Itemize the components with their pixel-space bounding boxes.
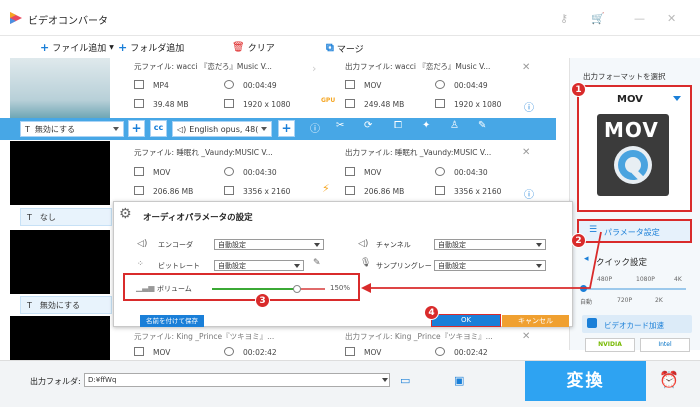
annotation-arrows [361,231,602,293]
step-badge-1: 1 [571,82,586,97]
step-badge-3: 3 [255,293,270,308]
step-badge-2: 2 [571,233,586,248]
step-badge-4: 4 [424,305,439,320]
